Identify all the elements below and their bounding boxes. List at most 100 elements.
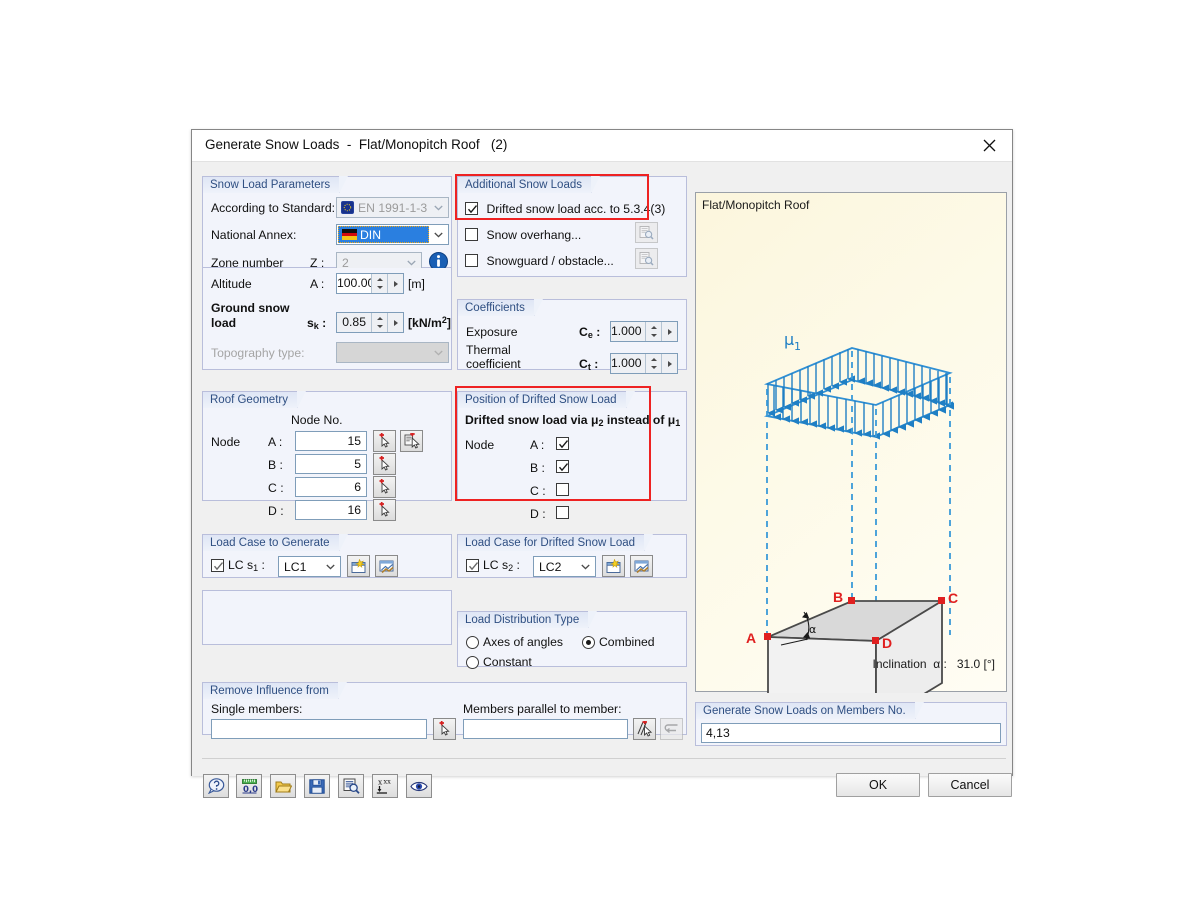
load-case-generate-new-button[interactable] <box>347 555 370 577</box>
members-parallel-input[interactable] <box>463 719 628 739</box>
load-case-generate-value: LC1 <box>284 560 307 574</box>
drifted-snow-label: Drifted snow load acc. to 5.3.4(3) <box>486 202 666 216</box>
group-legend: Load Distribution Type <box>457 611 598 629</box>
group-legend: Additional Snow Loads <box>457 176 600 194</box>
radio-axes-of-angles[interactable] <box>466 636 479 649</box>
load-case-generate-combo[interactable]: LC1 <box>278 556 341 577</box>
desc-mid: instead of <box>603 413 668 427</box>
drifted-snow-checkbox[interactable] <box>465 202 478 215</box>
load-case-drifted-new-button[interactable] <box>602 555 625 577</box>
load-case-generate-checkbox[interactable] <box>211 559 224 572</box>
load-case-drifted-checkbox[interactable] <box>466 559 479 572</box>
units-button[interactable]: 0,00 <box>236 774 262 798</box>
drifted-node-checkbox-a[interactable] <box>556 437 569 450</box>
ground-snow-stepper[interactable] <box>371 313 387 332</box>
altitude-next-button[interactable] <box>387 274 403 293</box>
radio-constant[interactable] <box>466 656 479 669</box>
xxx-load-button[interactable]: x xx <box>372 774 398 798</box>
thermal-stepper[interactable] <box>645 354 661 373</box>
members-parallel-return-button <box>660 718 683 740</box>
drifted-node-label-d: D : <box>530 507 546 521</box>
ground-snow-next-button[interactable] <box>387 313 403 332</box>
save-button[interactable] <box>304 774 330 798</box>
group-legend: Coefficients <box>457 299 543 317</box>
exposure-spinner[interactable]: 1.000 <box>610 321 678 342</box>
load-case-drifted-value: LC2 <box>539 560 562 574</box>
drifted-node-label-b: B : <box>530 461 545 475</box>
single-members-input[interactable] <box>211 719 427 739</box>
members-parallel-pick-button[interactable] <box>633 718 656 740</box>
alpha-label: α <box>809 623 816 636</box>
incl-label-pre: Inclination <box>872 657 934 671</box>
exposure-stepper[interactable] <box>645 322 661 341</box>
standard-combo[interactable]: EN 1991-1-3 <box>336 197 449 218</box>
dialog-body: Snow Load Parameters According to Standa… <box>192 162 1012 798</box>
roof-node-pick-a-button[interactable] <box>373 430 396 452</box>
ok-button[interactable]: OK <box>836 773 920 797</box>
load-case-drifted-combo[interactable]: LC2 <box>533 556 596 577</box>
snow-overhang-checkbox[interactable] <box>465 228 478 241</box>
drifted-node-checkbox-d[interactable] <box>556 506 569 519</box>
altitude-stepper[interactable] <box>371 274 387 293</box>
pick-node-cursor-icon <box>379 502 390 517</box>
group-load-case-drifted: Load Case for Drifted Snow Load LC s2 : … <box>457 534 687 578</box>
save-icon <box>309 778 325 794</box>
help-icon <box>207 778 224 794</box>
label-ground-snow-symbol: sk : <box>307 316 327 331</box>
snow-overhang-label: Snow overhang... <box>486 228 582 242</box>
label-thermal-1: Thermal <box>466 343 511 357</box>
node-label-a: A <box>746 630 756 646</box>
preview-button[interactable] <box>338 774 364 798</box>
help-button[interactable] <box>203 774 229 798</box>
single-members-pick-button[interactable] <box>433 718 456 740</box>
unit-pre: [kN/m <box>408 316 442 330</box>
roof-node-input-d[interactable] <box>295 500 367 520</box>
generate-on-members-input[interactable] <box>701 723 1001 743</box>
pick-node-cursor-icon <box>379 479 390 494</box>
load-case-generate-label: LC s1 : <box>228 558 265 573</box>
chevron-down-icon <box>429 225 448 244</box>
close-icon <box>983 139 995 152</box>
drifted-node-checkbox-b[interactable] <box>556 460 569 473</box>
thermal-next-button[interactable] <box>661 354 677 373</box>
roof-node-pick-d-button[interactable] <box>373 499 396 521</box>
visibility-button[interactable] <box>406 774 432 798</box>
roof-node-pick-list-button[interactable] <box>400 430 423 452</box>
group-position-drifted-snow-load: Position of Drifted Snow Load Drifted sn… <box>457 391 687 521</box>
roof-node-pick-b-button[interactable] <box>373 453 396 475</box>
radio-combined[interactable] <box>582 636 595 649</box>
thermal-spinner[interactable]: 1.000 <box>610 353 678 374</box>
drifted-node-checkbox-c[interactable] <box>556 483 569 496</box>
roof-node-input-c[interactable] <box>295 477 367 497</box>
snowguard-obstacle-checkbox[interactable] <box>465 254 478 267</box>
label-node-no-header: Node No. <box>291 413 343 427</box>
group-snow-load-parameters: Snow Load Parameters According to Standa… <box>202 176 452 273</box>
lc2-label-post: : <box>513 558 520 572</box>
roof-node-label-b: B : <box>268 458 283 472</box>
label-topography-type: Topography type: <box>211 346 305 360</box>
close-button[interactable] <box>966 130 1012 161</box>
drifted-description: Drifted snow load via μ2 instead of μ1 <box>465 413 680 428</box>
sk-symbol: s <box>307 316 314 330</box>
roof-node-input-b[interactable] <box>295 454 367 474</box>
label-according-to-standard: According to Standard: <box>211 201 335 215</box>
national-annex-combo[interactable]: DIN <box>336 224 449 245</box>
open-folder-icon <box>274 781 292 792</box>
new-load-case-icon <box>351 558 365 573</box>
pick-node-cursor-icon <box>379 433 390 448</box>
altitude-spinner[interactable]: 100.000 <box>336 273 404 294</box>
ground-snow-spinner[interactable]: 0.85 <box>336 312 404 333</box>
roof-node-pick-c-button[interactable] <box>373 476 396 498</box>
cancel-button[interactable]: Cancel <box>928 773 1012 797</box>
roof-node-input-a[interactable] <box>295 431 367 451</box>
cancel-label: Cancel <box>950 778 990 792</box>
magnifier-document-icon <box>639 225 654 240</box>
topography-type-combo <box>336 342 449 363</box>
open-button[interactable] <box>270 774 296 798</box>
label-axes-of-angles: Axes of angles <box>483 635 563 649</box>
roof-diagram: μ 1 α A B C D <box>746 330 958 693</box>
exposure-next-button[interactable] <box>661 322 677 341</box>
load-case-generate-edit-button[interactable] <box>375 555 398 577</box>
load-case-drifted-edit-button[interactable] <box>630 555 653 577</box>
chevron-down-icon <box>321 557 340 576</box>
